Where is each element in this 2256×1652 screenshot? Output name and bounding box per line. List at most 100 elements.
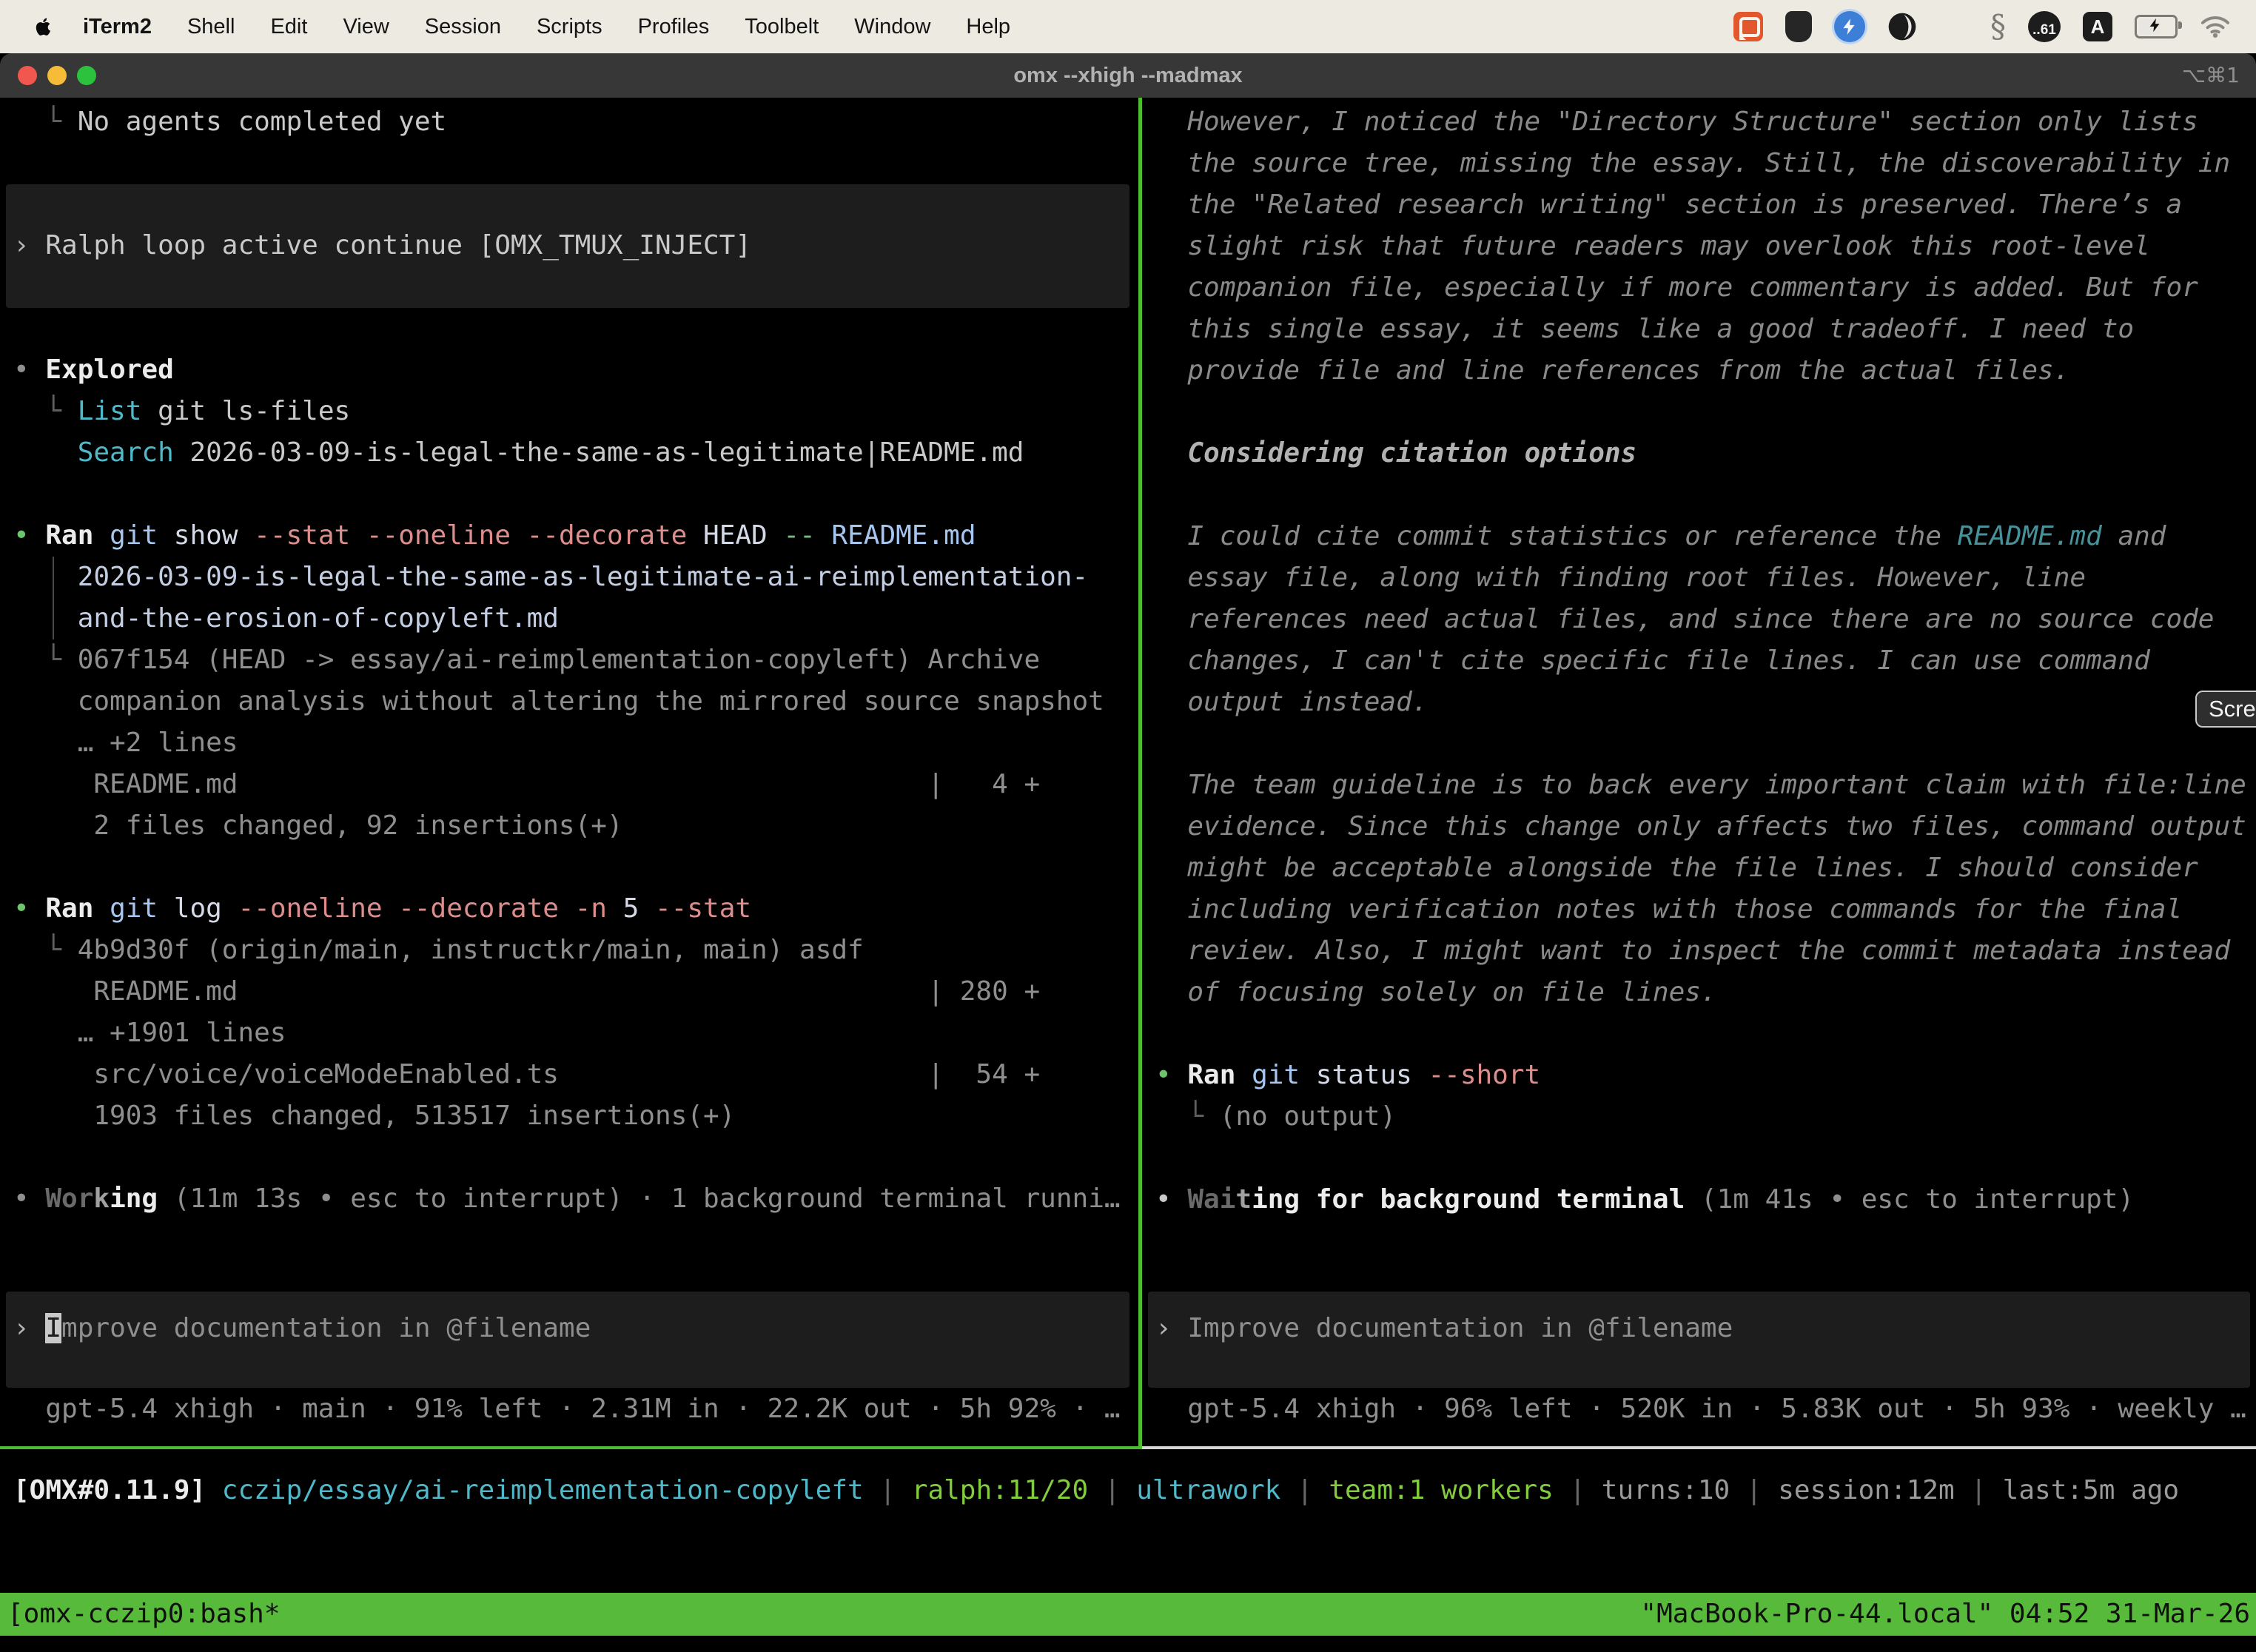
terminal-line: … +2 lines [13,722,1138,764]
blank-line [13,308,1138,349]
tmux-host-clock: "MacBook-Pro-44.local" 04:52 31-Mar-26 [1640,1593,2250,1636]
terminal-line: └ List git ls-files [13,391,1138,432]
injected-command-box: › Ralph loop active continue [OMX_TMUX_I… [6,184,1129,308]
keypad-shield-icon[interactable] [1785,11,1812,42]
text-segment: README.md | 4 + [13,769,1040,799]
tmux-session-label[interactable]: [omx-cczip0:bash* [7,1593,280,1636]
text-segment: evidence. Since this change only affects… [1155,811,2246,842]
text-segment: • [13,893,45,924]
text-segment: --stat --oneline --decorate [238,520,687,551]
terminal-line: … +1901 lines [13,1013,1138,1054]
text-segment: src/voice/voiceModeEnabled.ts | 54 + [13,1059,1040,1089]
text-segment: … +2 lines [13,728,238,758]
battery-icon[interactable] [2135,15,2178,38]
input-source-icon[interactable]: A [2083,12,2112,41]
moon-circle-icon[interactable] [1887,12,1917,41]
text-segment: git [93,893,158,924]
terminal-line: companion analysis without altering the … [13,681,1138,722]
section-hook-icon[interactable]: § [1990,12,2006,41]
text-segment: show [158,520,238,551]
text-segment: team:1 workers [1329,1475,1553,1505]
text-segment: including verification notes with those … [1155,894,2182,924]
text-segment: 2026-03-09-is-legal-the-same-as-legitima… [174,437,1024,468]
window-title: omx --xhigh --madmax [0,53,2256,98]
text-segment: 067f154 (HEAD -> essay/ai-reimplementati… [78,645,1040,675]
terminal-line: this single essay, it seems like a good … [1155,309,2256,350]
text-segment: └ [13,645,78,675]
dots-grid-icon[interactable] [1939,13,1968,41]
menu-item-profiles[interactable]: Profiles [620,15,728,39]
blank-line [1155,392,2256,433]
text-segment: ing for background terminal [1252,1184,1685,1215]
text-segment: and-the-erosion-of-copyleft.md [13,603,559,634]
omx-status-bar: [OMX#0.11.9] cczip/essay/ai-reimplementa… [13,1470,2179,1511]
text-segment: log [158,893,222,924]
text-segment: The team guideline is to back every impo… [1155,770,2246,800]
blank-line [13,847,1138,888]
terminal-line: changes, I can't cite specific file line… [1155,640,2256,682]
blank-line [13,143,1138,184]
blank-line [1155,474,2256,516]
terminal-line: • Ran git log --oneline --decorate -n 5 … [13,888,1138,930]
text-segment: Ralph loop active continue [OMX_TMUX_INJ… [45,230,751,261]
menu-item-toolbelt[interactable]: Toolbelt [727,15,836,39]
text-segment: companion file, especially if more comme… [1155,272,2198,303]
terminal-line: [OMX#0.11.9] cczip/essay/ai-reimplementa… [13,1470,2179,1511]
text-segment: output instead. [1155,687,1428,717]
text-segment: • [1155,1184,1187,1215]
menu-item-edit[interactable]: Edit [252,15,325,39]
terminal-line: of focusing solely on file lines. [1155,972,2256,1013]
terminal-line: output instead. [1155,682,2256,723]
text-segment: session:12m [1778,1475,1954,1505]
text-cursor: I [45,1313,61,1343]
lightning-badge-icon[interactable] [1834,11,1865,42]
text-segment: 1903 files changed, 513517 insertions(+) [13,1101,735,1131]
menu-item-scripts[interactable]: Scripts [519,15,620,39]
prompt-input-left[interactable]: › Improve documentation in @filename [6,1292,1129,1388]
terminal-line: the source tree, missing the essay. Stil… [1155,143,2256,184]
text-segment: • [13,520,45,551]
text-segment: └ [13,107,78,137]
menu-item-window[interactable]: Window [836,15,948,39]
menu-item-shell[interactable]: Shell [169,15,253,39]
text-segment: (1m 41s • esc to interrupt) [1685,1184,2134,1215]
text-segment: [OMX#0.11.9] [13,1475,206,1505]
terminal-line: evidence. Since this change only affects… [1155,806,2256,847]
text-segment: companion analysis without altering the … [13,686,1104,716]
terminal-line: README.md | 280 + [13,971,1138,1013]
text-segment: README.md | 280 + [13,976,1040,1007]
text-segment: k [93,1183,110,1214]
text-segment: status [1300,1060,1412,1090]
text-segment: provide file and line references from th… [1155,355,2069,386]
text-segment: turns:10 [1602,1475,1730,1505]
text-segment: | [1554,1475,1602,1505]
chat-bubble-icon[interactable] [1733,12,1763,41]
text-segment: • [13,1183,45,1214]
text-segment: 2026-03-09-is-legal-the-same-as-legitima… [13,562,1088,592]
prompt-input-right[interactable]: › Improve documentation in @filename [1148,1292,2250,1388]
text-segment: and [2102,521,2166,551]
text-segment: I could cite commit statistics or refere… [1155,521,1958,551]
terminal-line: › Improve documentation in @filename [13,1308,1129,1349]
terminal-line: review. Also, I might want to inspect th… [1155,930,2256,972]
text-segment: | [1955,1475,2003,1505]
text-segment: • [13,355,45,385]
terminal-line: gpt-5.4 xhigh · 96% left · 520K in · 5.8… [1155,1389,2246,1430]
text-segment: | [1280,1475,1329,1505]
terminal-line: The team guideline is to back every impo… [1155,765,2256,806]
menu-item-help[interactable]: Help [948,15,1028,39]
pane-bottom-border-left [0,1446,1138,1449]
usage-badge-icon[interactable]: ..61 [2028,11,2061,42]
apple-menu-icon[interactable] [33,14,55,39]
text-segment: (no output) [1220,1101,1396,1132]
menu-item-view[interactable]: View [325,15,406,39]
terminal-line: • Ran git status --short [1155,1055,2256,1096]
text-segment: of focusing solely on file lines. [1155,977,1717,1007]
menu-item-iterm2[interactable]: iTerm2 [65,15,169,39]
text-segment: git ls-files [141,396,350,426]
text-segment: changes, I can't cite specific file line… [1155,645,2150,676]
wifi-icon[interactable] [2200,15,2231,38]
text-segment: └ [1155,1101,1220,1132]
menu-item-session[interactable]: Session [407,15,519,39]
text-segment: this single essay, it seems like a good … [1155,314,2134,344]
